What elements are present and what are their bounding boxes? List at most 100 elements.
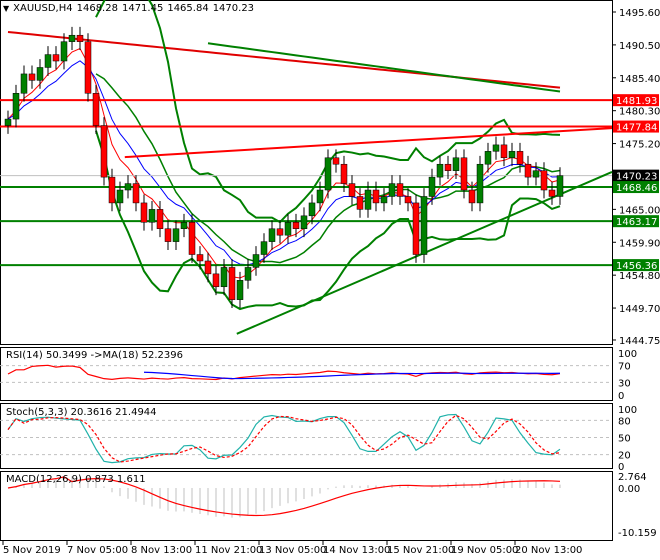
stoch-main-line — [7, 413, 561, 464]
rsi-scale-label: 100 — [618, 349, 637, 360]
high-value: 1471.45 — [121, 3, 164, 14]
time-axis-label: 13 Nov 05:00 — [259, 545, 326, 556]
candle-body — [308, 202, 316, 217]
main-panel-frame — [0, 0, 613, 345]
candle-body — [196, 254, 204, 262]
price-scale-label: 1465.00 — [619, 205, 660, 216]
macd-scale-label: 0.00 — [618, 484, 640, 495]
candle-body — [332, 157, 340, 165]
stoch-scale-label: 80 — [618, 416, 631, 427]
candle-body — [108, 176, 116, 204]
time-axis-label: 14 Nov 13:00 — [323, 545, 390, 556]
candle-body — [44, 54, 52, 68]
candle-body — [452, 157, 460, 171]
candle-body — [532, 170, 540, 178]
candle-body — [20, 73, 28, 94]
candle-body — [436, 163, 444, 178]
candle-body — [340, 163, 348, 184]
candle-body — [132, 183, 140, 204]
candle-body — [164, 228, 172, 242]
rsi-label: RSI(14) 50.3499 ->MA(18) 52.2396 — [6, 350, 183, 361]
candle-body — [148, 209, 156, 223]
price-tag: 1481.93 — [616, 96, 657, 107]
price-scale-label: 1459.90 — [619, 238, 660, 249]
macd-scale-label: -10.159 — [618, 528, 657, 539]
candle-body — [180, 222, 188, 229]
candle-body — [212, 273, 220, 288]
candle-body — [388, 183, 396, 197]
candle-body — [508, 151, 516, 159]
candle-body — [12, 93, 20, 120]
close-value: 1470.23 — [212, 3, 255, 14]
price-scale-label: 1495.60 — [619, 8, 660, 19]
candle-body — [60, 41, 68, 62]
price-scale-label: 1485.40 — [619, 74, 660, 85]
candle-body — [76, 34, 84, 42]
time-axis-label: 20 Nov 13:00 — [515, 545, 582, 556]
dropdown-triangle-icon[interactable]: ▼ — [3, 4, 9, 13]
candle-body — [252, 254, 260, 268]
rsi-scale-label: 0 — [618, 391, 624, 402]
price-scale-label: 1444.75 — [619, 336, 660, 347]
candle-body — [156, 209, 164, 229]
candle-body — [68, 34, 76, 42]
candle-body — [516, 151, 524, 165]
candle-body — [428, 176, 436, 197]
rsi-scale-label: 70 — [618, 362, 631, 373]
price-tag: 1456.36 — [616, 261, 657, 272]
candle-body — [372, 189, 380, 204]
long-ma-green — [207, 42, 561, 93]
trading-chart[interactable]: 1495.60 1490.50 1485.40 1480.30 1475.20 1465.… — [0, 0, 660, 560]
candle-body — [92, 93, 100, 126]
candle-body — [84, 41, 92, 94]
candle-body — [364, 189, 372, 210]
candle-body — [540, 170, 548, 191]
time-axis-label: 15 Nov 21:00 — [387, 545, 454, 556]
candle-body — [28, 73, 36, 81]
price-tag: 1468.46 — [616, 183, 657, 194]
candle-body — [484, 151, 492, 165]
candle-body — [316, 189, 324, 204]
time-axis-label: 19 Nov 05:00 — [451, 545, 518, 556]
candle-body — [36, 67, 44, 81]
candle-body — [268, 228, 276, 242]
candle-body — [244, 267, 252, 281]
time-axis-label: 11 Nov 21:00 — [195, 545, 262, 556]
candle-body — [500, 144, 508, 159]
stoch-scale-label: 20 — [618, 451, 631, 462]
candle-body — [348, 183, 356, 197]
price-scale-label: 1475.20 — [619, 140, 660, 151]
stoch-label: Stoch(5,3,3) 20.3616 21.4944 — [6, 407, 157, 418]
time-axis-label: 5 Nov 2019 — [3, 545, 61, 556]
price-scale-label: 1490.50 — [619, 41, 660, 52]
candle-body — [412, 202, 420, 255]
candle-body — [116, 189, 124, 204]
price-scale-label: 1480.30 — [619, 107, 660, 118]
rsi-scale-label: 30 — [618, 378, 631, 389]
candle-body — [468, 189, 476, 204]
candle-body — [324, 157, 332, 191]
open-value: 1468.28 — [76, 3, 118, 14]
low-value: 1465.84 — [167, 3, 209, 14]
candle-body — [228, 267, 236, 300]
price-scale-label: 1449.70 — [619, 304, 660, 315]
candle-body — [396, 183, 404, 197]
macd-label: MACD(12,26,9) 0.873 1.611 — [6, 474, 146, 485]
candle-body — [460, 157, 468, 191]
macd-scale-label: 2.764 — [618, 472, 647, 483]
candle-body — [52, 54, 60, 62]
candle-body — [524, 163, 532, 178]
candle-body — [380, 196, 388, 204]
candle-body — [404, 196, 412, 204]
candle-body — [236, 280, 244, 300]
price-scale-label: 1454.80 — [619, 271, 660, 282]
candle-body — [124, 183, 132, 191]
candle-body — [172, 228, 180, 242]
candle-body — [292, 222, 300, 229]
candle-body — [356, 196, 364, 210]
candle-body — [4, 118, 12, 126]
price-tag: 1477.84 — [616, 123, 657, 134]
time-axis-label: 7 Nov 05:00 — [67, 545, 128, 556]
candle-body — [188, 222, 196, 255]
candle-body — [260, 241, 268, 255]
